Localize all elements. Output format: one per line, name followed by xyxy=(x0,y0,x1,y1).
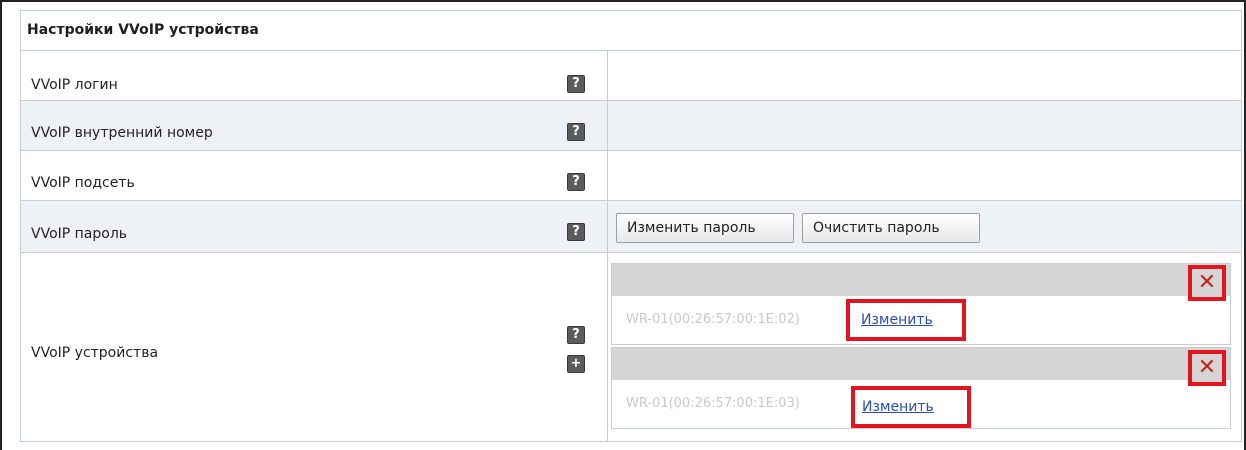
delete-device-icon[interactable]: ✕ xyxy=(1188,265,1226,301)
row-vvoip-login: VVoIP логин ? xyxy=(21,51,1241,101)
help-icon[interactable]: ? xyxy=(567,326,585,344)
panel-title: Настройки VVoIP устройства xyxy=(21,11,1241,51)
row-vvoip-extension: VVoIP внутренний номер ? xyxy=(21,101,1241,151)
change-device-link[interactable]: Изменить xyxy=(862,399,934,415)
help-icon[interactable]: ? xyxy=(567,173,585,191)
change-device-link[interactable]: Изменить xyxy=(861,312,933,328)
help-icon[interactable]: ? xyxy=(567,223,585,241)
change-password-button[interactable]: Изменить пароль xyxy=(616,213,794,243)
help-icon[interactable]: ? xyxy=(567,75,585,93)
page-frame: Настройки VVoIP устройства VVoIP логин ?… xyxy=(0,0,1246,450)
row-label: VVoIP подсеть xyxy=(31,175,135,191)
delete-device-icon[interactable]: ✕ xyxy=(1188,350,1226,386)
row-label: VVoIP логин xyxy=(31,77,118,93)
column-divider xyxy=(607,253,608,442)
device-name: WR-01(00:26:57:00:1E:03) xyxy=(626,396,800,411)
device-header xyxy=(612,348,1230,380)
vvoip-settings-panel: Настройки VVoIP устройства VVoIP логин ?… xyxy=(20,10,1242,442)
row-label: VVoIP пароль xyxy=(31,226,128,242)
device-header xyxy=(612,264,1230,296)
column-divider xyxy=(607,101,608,150)
column-divider xyxy=(607,151,608,200)
row-label: VVoIP устройства xyxy=(31,345,159,361)
column-divider xyxy=(607,51,608,100)
add-device-icon[interactable]: + xyxy=(567,355,585,373)
row-vvoip-password: VVoIP пароль ? Изменить пароль Очистить … xyxy=(21,201,1241,253)
row-vvoip-devices: VVoIP устройства ? + WR-01(00:26:57:00:1… xyxy=(21,253,1241,442)
row-vvoip-subnet: VVoIP подсеть ? xyxy=(21,151,1241,201)
device-name: WR-01(00:26:57:00:1E:02) xyxy=(626,312,800,327)
row-label: VVoIP внутренний номер xyxy=(31,125,213,141)
help-icon[interactable]: ? xyxy=(567,123,585,141)
column-divider xyxy=(607,201,608,252)
clear-password-button[interactable]: Очистить пароль xyxy=(802,213,980,243)
